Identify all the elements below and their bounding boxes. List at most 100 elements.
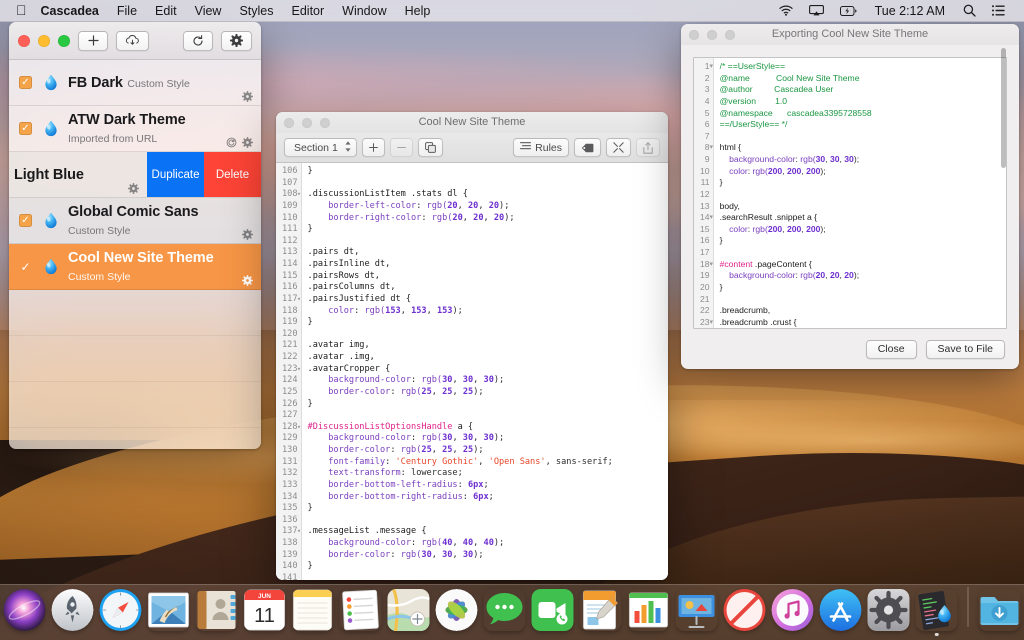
list-item[interactable]: Light Blue Duplicate Delete [9, 152, 261, 198]
rules-button[interactable]: Rules [513, 138, 569, 157]
code-line[interactable]: background-color: rgb(30, 30, 30); [308, 433, 668, 445]
code-line[interactable]: } [720, 282, 1006, 294]
menu-app-name[interactable]: Cascadea [38, 0, 108, 22]
code-line[interactable] [308, 515, 668, 527]
export-scrollbar[interactable] [1001, 48, 1006, 168]
add-section-button[interactable] [362, 138, 385, 157]
download-cloud-button[interactable] [116, 31, 149, 51]
code-line[interactable]: border-color: rgb(25, 25, 25); [308, 445, 668, 457]
close-button[interactable]: Close [866, 340, 917, 359]
refresh-button[interactable] [183, 31, 213, 51]
dock-item-photos[interactable] [436, 589, 478, 631]
code-line[interactable] [308, 573, 668, 580]
code-line[interactable] [308, 236, 668, 248]
dock-item-calendar[interactable]: JUN 11 [244, 589, 286, 631]
dock-item-systemprefs[interactable] [868, 589, 910, 631]
dock-item-numbers[interactable] [628, 589, 670, 631]
code-line[interactable]: background-color: rgb(30, 30, 30); [720, 154, 1006, 166]
gear-icon[interactable] [242, 89, 253, 100]
style-editor-window[interactable]: Cool New Site Theme Section 1 Rules [276, 112, 668, 580]
minimize-button[interactable] [302, 118, 312, 128]
code-line[interactable]: .pairsJustified dt { [308, 294, 668, 306]
close-button[interactable] [18, 35, 30, 47]
code-line[interactable]: @name Cool New Site Theme [720, 73, 1006, 85]
code-line[interactable]: html { [720, 142, 1006, 154]
menu-item-editor[interactable]: Editor [283, 0, 334, 22]
collapse-icon[interactable] [606, 138, 631, 157]
code-line[interactable]: @author Cascadea User [720, 84, 1006, 96]
duplicate-section-icon[interactable] [418, 138, 443, 157]
list-item[interactable]: ✓ FB Dark Custom Style [9, 60, 261, 106]
code-line[interactable]: background-color: rgb(30, 30, 30); [308, 375, 668, 387]
code-line[interactable]: color: rgb(200, 200, 200); [720, 166, 1006, 178]
dock-item-launchpad[interactable] [52, 589, 94, 631]
code-line[interactable]: border-bottom-left-radius: 6px; [308, 480, 668, 492]
gear-icon[interactable] [128, 181, 139, 192]
code-line[interactable]: border-color: rgb(30, 30, 30); [308, 550, 668, 562]
window-traffic-lights[interactable] [18, 35, 70, 47]
code-line[interactable]: #content .pageContent { [720, 259, 1006, 271]
maximize-button[interactable] [58, 35, 70, 47]
code-line[interactable]: @namespace cascadea3395728558 [720, 108, 1006, 120]
tag-icon[interactable] [574, 138, 601, 157]
delete-button[interactable]: Delete [204, 152, 261, 197]
code-line[interactable] [720, 131, 1006, 143]
save-to-file-button[interactable]: Save to File [926, 340, 1005, 359]
export-code-content[interactable]: /* ==UserStyle==@name Cool New Site Them… [714, 58, 1006, 328]
menu-item-styles[interactable]: Styles [230, 0, 282, 22]
code-line[interactable]: ==/UserStyle== */ [720, 119, 1006, 131]
code-line[interactable]: } [308, 503, 668, 515]
editor-code-content[interactable]: } .discussionListItem .stats dl { border… [302, 163, 668, 580]
code-line[interactable]: .breadcrumb, [720, 305, 1006, 317]
remove-section-button[interactable] [390, 138, 413, 157]
styles-list[interactable]: ✓ FB Dark Custom Style ✓ A [9, 60, 261, 449]
section-select[interactable]: Section 1 [284, 138, 357, 157]
code-line[interactable]: } [308, 561, 668, 573]
style-enabled-checkbox[interactable]: ✓ [19, 122, 32, 135]
code-line[interactable]: } [308, 224, 668, 236]
menu-item-file[interactable]: File [108, 0, 146, 22]
close-button[interactable] [284, 118, 294, 128]
code-line[interactable]: .breadcrumb .crust { [720, 317, 1006, 328]
search-icon[interactable] [956, 4, 983, 17]
code-line[interactable]: .avatar .img, [308, 352, 668, 364]
code-line[interactable]: .searchResult .snippet a { [720, 212, 1006, 224]
code-line[interactable]: .avatar img, [308, 340, 668, 352]
battery-charging-icon[interactable] [833, 6, 864, 16]
code-line[interactable]: } [308, 399, 668, 411]
dock-item-appstore[interactable] [820, 589, 862, 631]
share-icon[interactable] [636, 138, 660, 157]
menu-item-help[interactable]: Help [396, 0, 440, 22]
code-line[interactable]: border-bottom-right-radius: 6px; [308, 492, 668, 504]
code-line[interactable] [308, 178, 668, 190]
menu-item-window[interactable]: Window [333, 0, 395, 22]
dock-item-contacts[interactable] [196, 589, 238, 631]
dock-item-safari[interactable] [100, 589, 142, 631]
dock-item-messages[interactable] [484, 589, 526, 631]
control-center-icon[interactable] [985, 5, 1012, 16]
dock-item-cascadea[interactable] [916, 589, 958, 631]
code-line[interactable]: .pairsInline dt, [308, 259, 668, 271]
gear-icon[interactable] [242, 227, 253, 238]
code-line[interactable] [720, 247, 1006, 259]
duplicate-button[interactable]: Duplicate [147, 152, 204, 197]
code-line[interactable] [308, 410, 668, 422]
code-line[interactable]: #DiscussionListOptionsHandle a { [308, 422, 668, 434]
code-line[interactable]: body, [720, 201, 1006, 213]
style-enabled-checkbox[interactable]: ✓ [19, 76, 32, 89]
export-dialog-window[interactable]: Exporting Cool New Site Theme 1▾2345678▾… [681, 24, 1019, 369]
dock-item-downloads[interactable] [979, 589, 1021, 631]
menu-item-view[interactable]: View [186, 0, 231, 22]
code-line[interactable]: } [308, 166, 668, 178]
code-line[interactable]: background-color: rgb(40, 40, 40); [308, 538, 668, 550]
code-line[interactable]: .pairsColumns dt, [308, 282, 668, 294]
refresh-from-url-icon[interactable] [226, 135, 237, 146]
dock-item-itunes[interactable] [772, 589, 814, 631]
code-line[interactable]: text-transform: lowercase; [308, 468, 668, 480]
dock-item-maps[interactable] [388, 589, 430, 631]
code-line[interactable]: color: rgb(200, 200, 200); [720, 224, 1006, 236]
code-line[interactable] [720, 189, 1006, 201]
code-line[interactable]: color: rgb(153, 153, 153); [308, 306, 668, 318]
menu-item-edit[interactable]: Edit [146, 0, 186, 22]
gear-icon[interactable] [242, 273, 253, 284]
